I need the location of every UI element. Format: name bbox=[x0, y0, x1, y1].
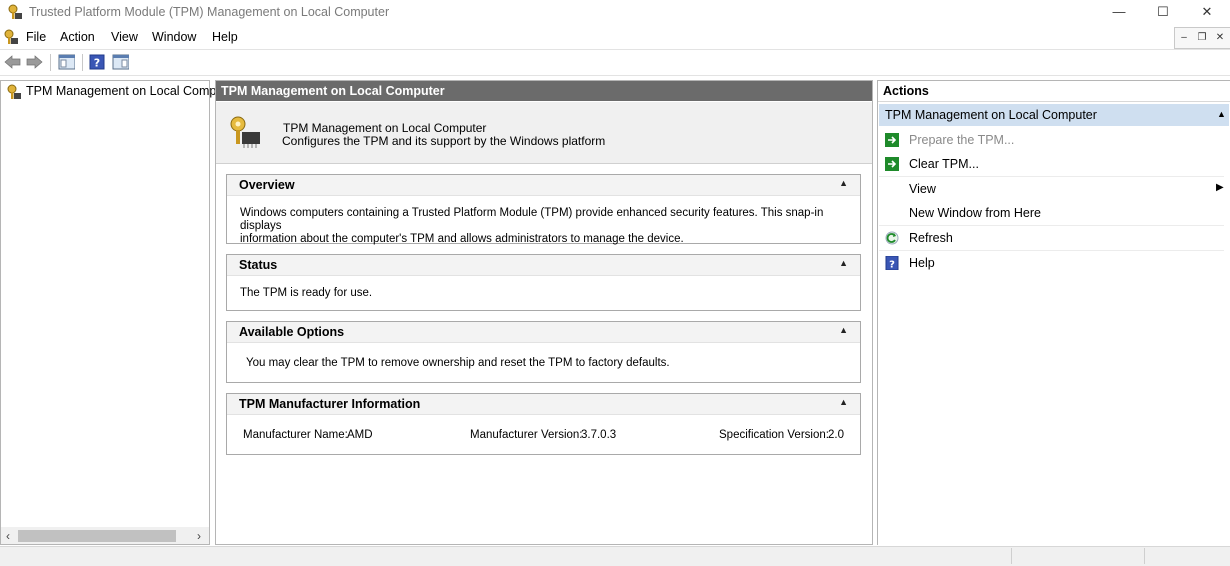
manufacturer-version-value: 3.7.0.3 bbox=[581, 429, 617, 441]
action-prepare-tpm[interactable]: Prepare the TPM... bbox=[879, 128, 1224, 152]
maximize-button[interactable]: ☐ bbox=[1140, 0, 1186, 24]
actions-header: Actions bbox=[878, 81, 1230, 102]
collapse-caret-icon[interactable]: ▲ bbox=[839, 397, 848, 407]
status-bar-divider bbox=[1144, 548, 1145, 564]
available-options-text: You may clear the TPM to remove ownershi… bbox=[246, 357, 670, 369]
specification-version-label: Specification Version: bbox=[719, 429, 829, 441]
window-title: Trusted Platform Module (TPM) Management… bbox=[29, 5, 390, 19]
specification-version-value: 2.0 bbox=[828, 429, 844, 441]
status-header[interactable]: Status ▲ bbox=[227, 255, 860, 276]
manufacturer-name-label: Manufacturer Name: bbox=[243, 429, 348, 441]
menu-view[interactable]: View bbox=[111, 30, 138, 44]
results-pane-header: TPM Management on Local Computer bbox=[216, 81, 872, 101]
collapse-caret-icon[interactable]: ▲ bbox=[839, 325, 848, 335]
action-refresh[interactable]: Refresh bbox=[879, 226, 1224, 251]
toolbar: ? bbox=[0, 49, 1230, 76]
forward-arrow-icon[interactable] bbox=[26, 54, 43, 70]
snapin-banner: TPM Management on Local Computer Configu… bbox=[216, 102, 872, 164]
action-help-label: Help bbox=[909, 256, 935, 270]
console-tree-pane: TPM Management on Local Comp bbox=[0, 80, 216, 545]
submenu-arrow-icon: ▶ bbox=[1216, 182, 1224, 193]
action-new-window[interactable]: New Window from Here bbox=[879, 201, 1224, 226]
refresh-icon bbox=[885, 231, 899, 245]
mdi-restore-button[interactable]: ❐ bbox=[1193, 28, 1211, 47]
action-help[interactable]: ? Help bbox=[879, 251, 1224, 275]
menu-action[interactable]: Action bbox=[60, 30, 95, 44]
overview-text: Windows computers containing a Trusted P… bbox=[240, 207, 860, 246]
available-options-section: Available Options ▲ You may clear the TP… bbox=[226, 321, 861, 383]
collapse-caret-icon[interactable]: ▲ bbox=[1217, 109, 1226, 119]
menu-bar: File Action View Window Help bbox=[0, 26, 1230, 48]
app-menu-icon[interactable] bbox=[3, 29, 19, 45]
help-icon: ? bbox=[885, 256, 899, 270]
overview-section: Overview ▲ Windows computers containing … bbox=[226, 174, 861, 246]
banner-title: TPM Management on Local Computer bbox=[283, 121, 487, 135]
status-title: Status bbox=[239, 258, 278, 272]
toolbar-separator bbox=[50, 54, 51, 71]
results-pane-title: TPM Management on Local Computer bbox=[221, 84, 445, 98]
action-view[interactable]: View ▶ bbox=[879, 177, 1224, 201]
scroll-left-icon[interactable]: ‹ bbox=[6, 529, 10, 543]
mdi-minimize-button[interactable]: – bbox=[1175, 28, 1193, 47]
toolbar-separator bbox=[82, 54, 83, 71]
status-bar bbox=[0, 546, 1230, 566]
status-text: The TPM is ready for use. bbox=[240, 287, 373, 299]
overview-header[interactable]: Overview ▲ bbox=[227, 175, 860, 196]
available-options-title: Available Options bbox=[239, 325, 345, 339]
close-button[interactable]: ✕ bbox=[1184, 0, 1230, 24]
svg-text:?: ? bbox=[94, 57, 100, 70]
action-view-label: View bbox=[909, 182, 936, 196]
manufacturer-info-header[interactable]: TPM Manufacturer Information ▲ bbox=[227, 394, 860, 415]
manufacturer-version-label: Manufacturer Version: bbox=[470, 429, 583, 441]
collapse-caret-icon[interactable]: ▲ bbox=[839, 178, 848, 188]
available-options-header[interactable]: Available Options ▲ bbox=[227, 322, 860, 343]
tpm-key-icon bbox=[7, 84, 21, 99]
action-separator bbox=[879, 152, 1224, 177]
status-bar-divider bbox=[1011, 548, 1012, 564]
menu-window[interactable]: Window bbox=[152, 30, 196, 44]
show-hide-console-tree-icon[interactable] bbox=[58, 54, 75, 70]
overview-title: Overview bbox=[239, 178, 295, 192]
tpm-chip-key-icon bbox=[230, 116, 260, 148]
mdi-close-button[interactable]: ✕ bbox=[1211, 28, 1229, 47]
back-arrow-icon[interactable] bbox=[4, 54, 21, 70]
run-action-icon bbox=[885, 133, 899, 147]
overview-line-1: Windows computers containing a Trusted P… bbox=[240, 207, 824, 232]
manufacturer-info-section: TPM Manufacturer Information ▲ Manufactu… bbox=[226, 393, 861, 455]
collapse-caret-icon[interactable]: ▲ bbox=[839, 258, 848, 268]
overview-line-2: information about the computer's TPM and… bbox=[240, 233, 684, 245]
manufacturer-name-value: AMD bbox=[347, 429, 373, 441]
manufacturer-info-title: TPM Manufacturer Information bbox=[239, 397, 421, 411]
title-bar: Trusted Platform Module (TPM) Management… bbox=[0, 0, 1230, 24]
status-section: Status ▲ The TPM is ready for use. bbox=[226, 254, 861, 311]
banner-description: Configures the TPM and its support by th… bbox=[282, 134, 606, 148]
tree-node-tpm-management[interactable]: TPM Management on Local Comp bbox=[26, 84, 216, 98]
actions-title: Actions bbox=[883, 84, 929, 98]
action-new-window-label: New Window from Here bbox=[909, 206, 1041, 220]
svg-text:?: ? bbox=[889, 260, 895, 271]
minimize-button[interactable]: — bbox=[1096, 0, 1142, 24]
show-hide-action-pane-icon[interactable] bbox=[112, 54, 129, 70]
actions-group-title: TPM Management on Local Computer bbox=[885, 108, 1097, 122]
help-icon[interactable]: ? bbox=[89, 54, 106, 70]
menu-file[interactable]: File bbox=[26, 30, 46, 44]
tpm-key-icon bbox=[8, 4, 22, 19]
action-refresh-label: Refresh bbox=[909, 231, 953, 245]
scroll-right-icon[interactable]: › bbox=[197, 529, 201, 543]
menu-help[interactable]: Help bbox=[212, 30, 238, 44]
scrollbar-thumb[interactable] bbox=[18, 530, 176, 542]
action-prepare-tpm-label: Prepare the TPM... bbox=[909, 133, 1015, 147]
mdi-window-controls: – ❐ ✕ bbox=[1174, 27, 1230, 49]
actions-group-header[interactable]: TPM Management on Local Computer ▲ bbox=[879, 104, 1229, 126]
